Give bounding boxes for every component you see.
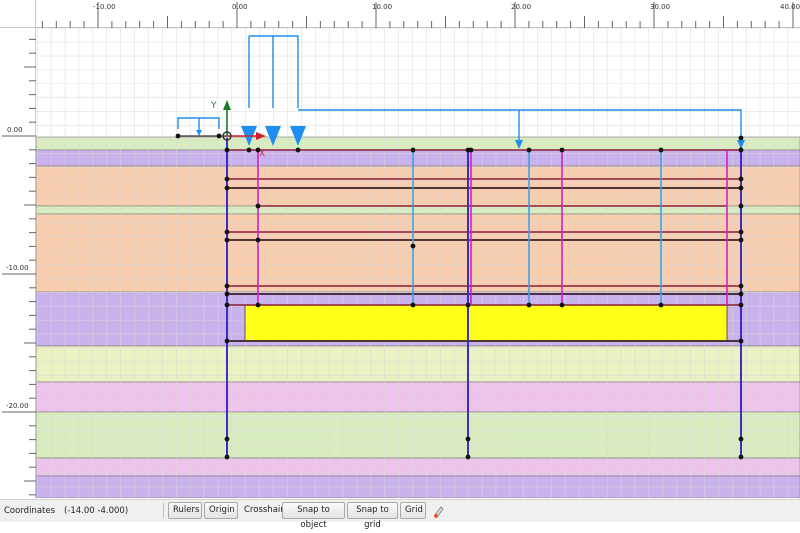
snap-to-object-button[interactable]: Snap to object: [282, 502, 345, 530]
vertical-ruler-scale: 0.00 -10.00 -20.00: [2, 38, 36, 496]
axis-y-label: Y: [210, 101, 217, 111]
status-bar: Coordinates (-14.00 -4.000) Rulers Origi…: [0, 499, 800, 530]
drawing-canvas[interactable]: Y X: [36, 28, 800, 498]
grid-button[interactable]: Grid: [400, 502, 426, 519]
rulers-button[interactable]: Rulers: [168, 502, 202, 519]
coordinates-value: (-14.00 -4.000): [64, 506, 129, 516]
excavation-fill: [244, 304, 728, 342]
pen-icon[interactable]: [432, 504, 446, 518]
crosshair-toggle[interactable]: Crosshair: [239, 502, 284, 519]
grid-overlay: [36, 28, 800, 498]
ruler-x-label: 0.00: [232, 3, 248, 11]
ruler-x-label: 20.00: [511, 3, 531, 11]
horizontal-ruler-scale: -10.00 0.00 10.00 20.00 30.00 40.00: [41, 2, 800, 28]
model-drawing[interactable]: Y X: [36, 28, 800, 498]
ruler-x-label: 30.00: [650, 3, 670, 11]
ruler-x-label: 40.00: [780, 3, 800, 11]
ruler-y-label: 0.00: [7, 126, 23, 134]
ruler-y-label: -10.00: [6, 264, 29, 272]
ruler-corner: [0, 0, 36, 28]
vertical-ruler: 0.00 -10.00 -20.00: [0, 28, 36, 498]
horizontal-ruler: -10.00 0.00 10.00 20.00 30.00 40.00: [36, 0, 800, 28]
origin-button[interactable]: Origin: [204, 502, 238, 519]
ruler-x-label: -10.00: [93, 3, 116, 11]
snap-to-grid-button[interactable]: Snap to grid: [347, 502, 398, 530]
status-separator: [163, 503, 164, 518]
ruler-y-label: -20.00: [6, 402, 29, 410]
coordinates-label: Coordinates: [4, 506, 56, 516]
ruler-x-label: 10.00: [372, 3, 392, 11]
